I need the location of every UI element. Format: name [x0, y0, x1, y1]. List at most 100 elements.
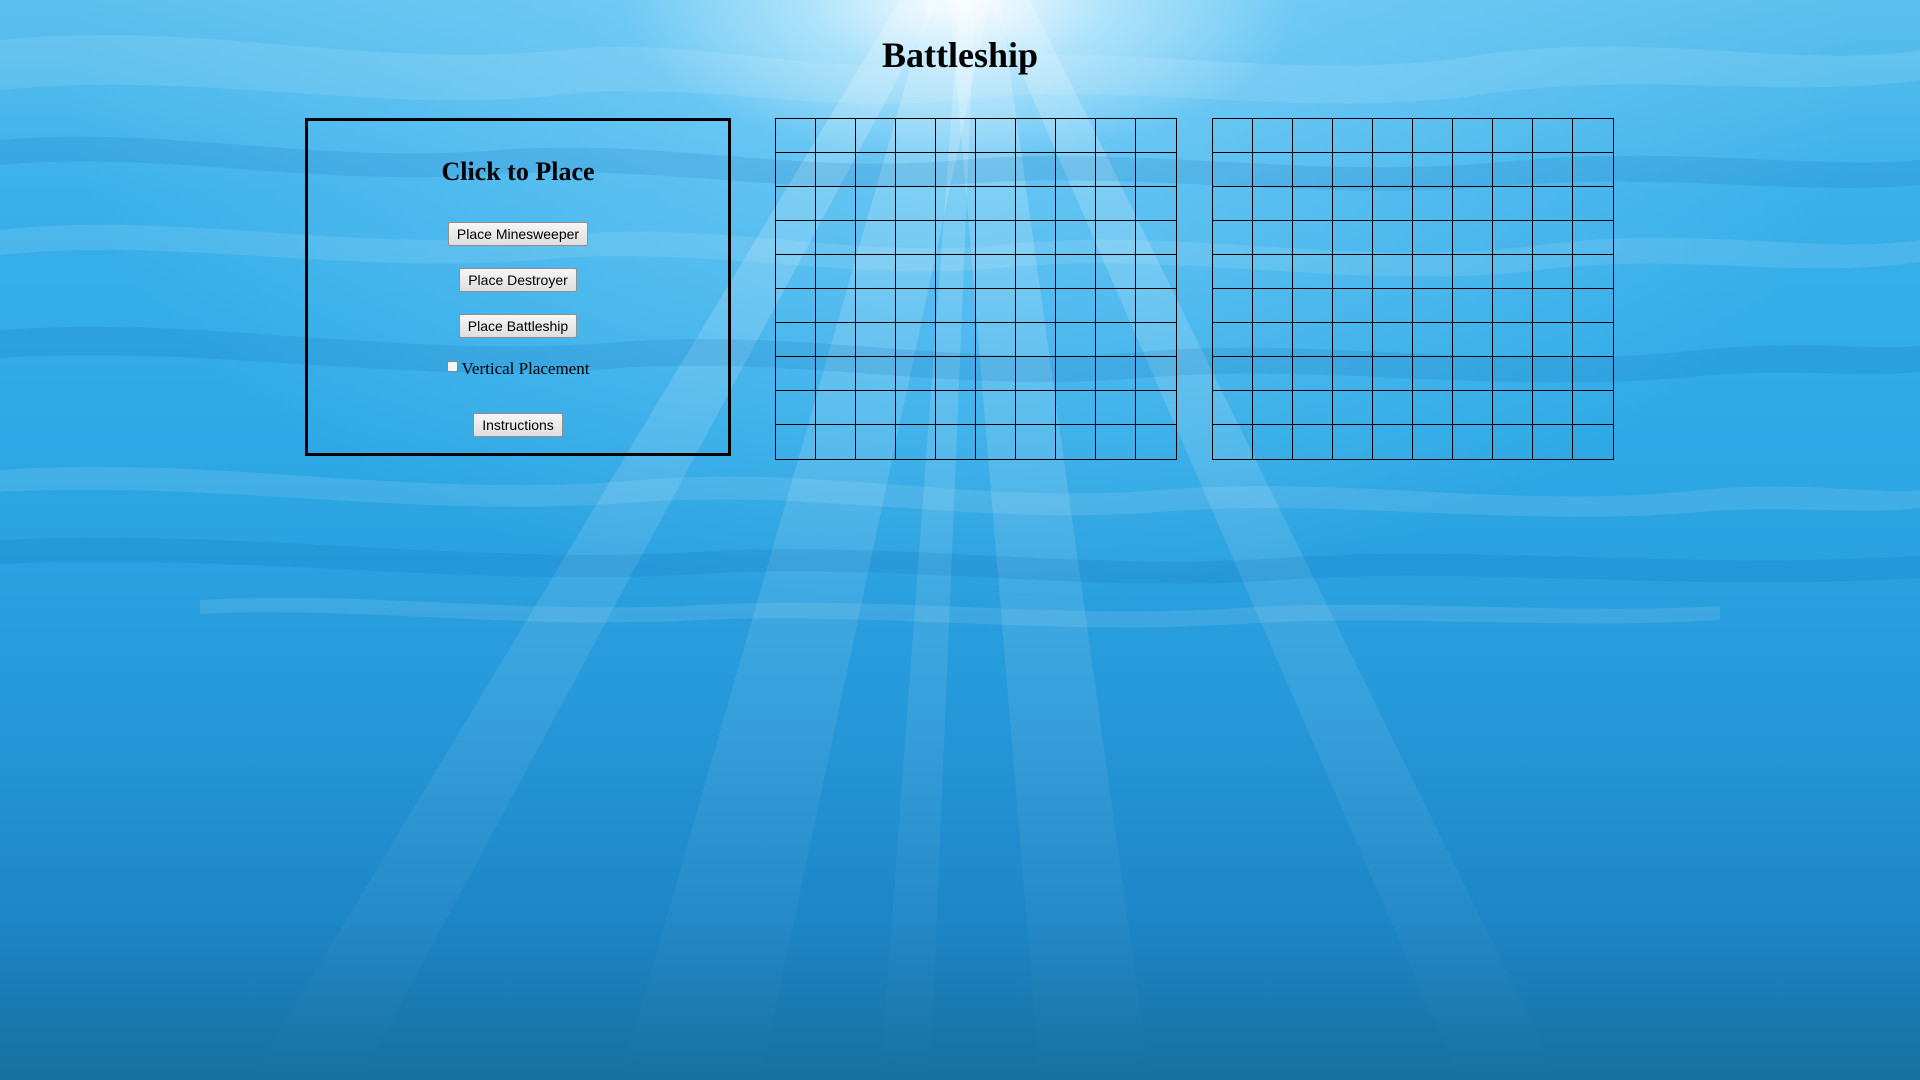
player-board-cell[interactable] — [856, 255, 896, 289]
player-board-cell[interactable] — [1056, 323, 1096, 357]
player-board-cell[interactable] — [1136, 187, 1176, 221]
player-board-cell[interactable] — [1056, 153, 1096, 187]
enemy-board-cell[interactable] — [1213, 119, 1253, 153]
player-board-cell[interactable] — [1096, 221, 1136, 255]
enemy-board-cell[interactable] — [1213, 187, 1253, 221]
enemy-board-cell[interactable] — [1293, 391, 1333, 425]
enemy-board-cell[interactable] — [1413, 153, 1453, 187]
enemy-board-cell[interactable] — [1453, 153, 1493, 187]
player-board-cell[interactable] — [816, 255, 856, 289]
enemy-board-cell[interactable] — [1453, 391, 1493, 425]
player-board-cell[interactable] — [976, 153, 1016, 187]
enemy-board-cell[interactable] — [1333, 221, 1373, 255]
player-board-cell[interactable] — [1016, 357, 1056, 391]
player-board-cell[interactable] — [1056, 187, 1096, 221]
enemy-board-cell[interactable] — [1373, 323, 1413, 357]
enemy-board-cell[interactable] — [1333, 391, 1373, 425]
enemy-board-cell[interactable] — [1533, 153, 1573, 187]
player-board-cell[interactable] — [976, 289, 1016, 323]
enemy-board-cell[interactable] — [1373, 255, 1413, 289]
enemy-board-cell[interactable] — [1573, 425, 1613, 459]
enemy-board-cell[interactable] — [1213, 357, 1253, 391]
player-board-cell[interactable] — [896, 119, 936, 153]
player-board-cell[interactable] — [936, 425, 976, 459]
enemy-board-cell[interactable] — [1293, 119, 1333, 153]
enemy-board-cell[interactable] — [1533, 357, 1573, 391]
enemy-board-cell[interactable] — [1533, 187, 1573, 221]
player-board-cell[interactable] — [856, 357, 896, 391]
player-board-cell[interactable] — [896, 425, 936, 459]
player-board-cell[interactable] — [1136, 153, 1176, 187]
enemy-board-cell[interactable] — [1413, 357, 1453, 391]
enemy-board-cell[interactable] — [1533, 323, 1573, 357]
enemy-board-cell[interactable] — [1293, 255, 1333, 289]
player-board-cell[interactable] — [1056, 391, 1096, 425]
player-board-cell[interactable] — [1096, 289, 1136, 323]
enemy-board-cell[interactable] — [1373, 357, 1413, 391]
enemy-board-cell[interactable] — [1213, 153, 1253, 187]
enemy-board-cell[interactable] — [1573, 391, 1613, 425]
player-board-cell[interactable] — [856, 187, 896, 221]
player-board-cell[interactable] — [936, 187, 976, 221]
player-board-cell[interactable] — [1136, 323, 1176, 357]
enemy-board-cell[interactable] — [1373, 153, 1413, 187]
enemy-board-cell[interactable] — [1373, 187, 1413, 221]
player-board-cell[interactable] — [976, 255, 1016, 289]
player-board-cell[interactable] — [976, 119, 1016, 153]
player-board-cell[interactable] — [816, 221, 856, 255]
player-board-cell[interactable] — [776, 221, 816, 255]
player-board-cell[interactable] — [776, 119, 816, 153]
enemy-board-cell[interactable] — [1533, 391, 1573, 425]
player-board-cell[interactable] — [1016, 255, 1056, 289]
player-board-cell[interactable] — [896, 357, 936, 391]
enemy-board-cell[interactable] — [1573, 289, 1613, 323]
enemy-board-cell[interactable] — [1453, 289, 1493, 323]
player-board-cell[interactable] — [1016, 391, 1056, 425]
player-board-cell[interactable] — [816, 119, 856, 153]
player-board-cell[interactable] — [816, 187, 856, 221]
enemy-board-cell[interactable] — [1493, 255, 1533, 289]
enemy-board-cell[interactable] — [1333, 425, 1373, 459]
player-board-cell[interactable] — [816, 153, 856, 187]
player-board-cell[interactable] — [976, 357, 1016, 391]
player-board-cell[interactable] — [896, 255, 936, 289]
player-board-cell[interactable] — [896, 391, 936, 425]
enemy-board-cell[interactable] — [1293, 357, 1333, 391]
player-board-cell[interactable] — [896, 153, 936, 187]
enemy-board-cell[interactable] — [1213, 391, 1253, 425]
player-board-cell[interactable] — [1096, 119, 1136, 153]
enemy-board-cell[interactable] — [1293, 425, 1333, 459]
player-board-cell[interactable] — [896, 289, 936, 323]
player-board-cell[interactable] — [856, 119, 896, 153]
player-board-cell[interactable] — [1016, 187, 1056, 221]
player-board-cell[interactable] — [976, 391, 1016, 425]
enemy-board-cell[interactable] — [1253, 357, 1293, 391]
player-board-cell[interactable] — [1016, 221, 1056, 255]
enemy-board-cell[interactable] — [1573, 255, 1613, 289]
player-board-cell[interactable] — [936, 323, 976, 357]
enemy-board-cell[interactable] — [1533, 119, 1573, 153]
enemy-board-cell[interactable] — [1213, 425, 1253, 459]
player-board-cell[interactable] — [776, 153, 816, 187]
player-board-cell[interactable] — [1016, 425, 1056, 459]
enemy-board-cell[interactable] — [1333, 357, 1373, 391]
player-board-cell[interactable] — [816, 357, 856, 391]
enemy-board-cell[interactable] — [1493, 153, 1533, 187]
player-board-cell[interactable] — [936, 391, 976, 425]
enemy-board-cell[interactable] — [1333, 255, 1373, 289]
player-board-cell[interactable] — [776, 357, 816, 391]
player-board-cell[interactable] — [1096, 425, 1136, 459]
player-board-cell[interactable] — [1016, 289, 1056, 323]
player-board-cell[interactable] — [1056, 221, 1096, 255]
place-minesweeper-button[interactable]: Place Minesweeper — [447, 222, 589, 246]
enemy-board-cell[interactable] — [1493, 289, 1533, 323]
player-board-cell[interactable] — [856, 391, 896, 425]
player-board-cell[interactable] — [1056, 425, 1096, 459]
player-board-cell[interactable] — [1056, 119, 1096, 153]
enemy-board-cell[interactable] — [1333, 289, 1373, 323]
player-board-cell[interactable] — [776, 391, 816, 425]
enemy-board-cell[interactable] — [1573, 187, 1613, 221]
player-board-cell[interactable] — [816, 425, 856, 459]
enemy-board-cell[interactable] — [1533, 255, 1573, 289]
player-board-cell[interactable] — [856, 153, 896, 187]
